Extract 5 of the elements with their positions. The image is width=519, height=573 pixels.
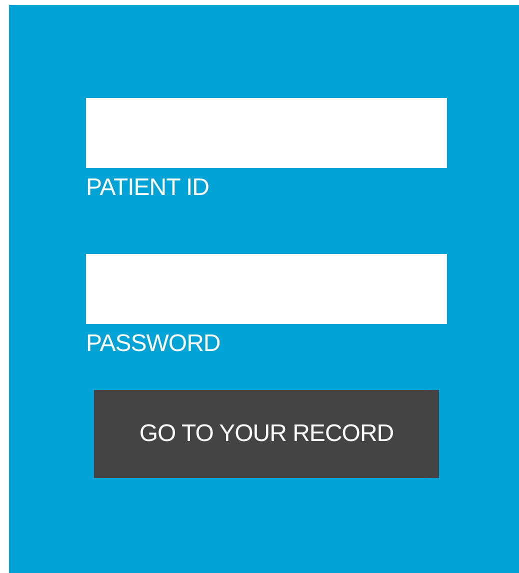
- input-field[interactable]: [86, 254, 447, 324]
- input-field[interactable]: [86, 98, 447, 168]
- field-label: PATIENT ID: [86, 174, 210, 202]
- field-label: PASSWORD: [86, 330, 222, 358]
- submit-button[interactable]: GO TO YOUR RECORD: [94, 390, 439, 478]
